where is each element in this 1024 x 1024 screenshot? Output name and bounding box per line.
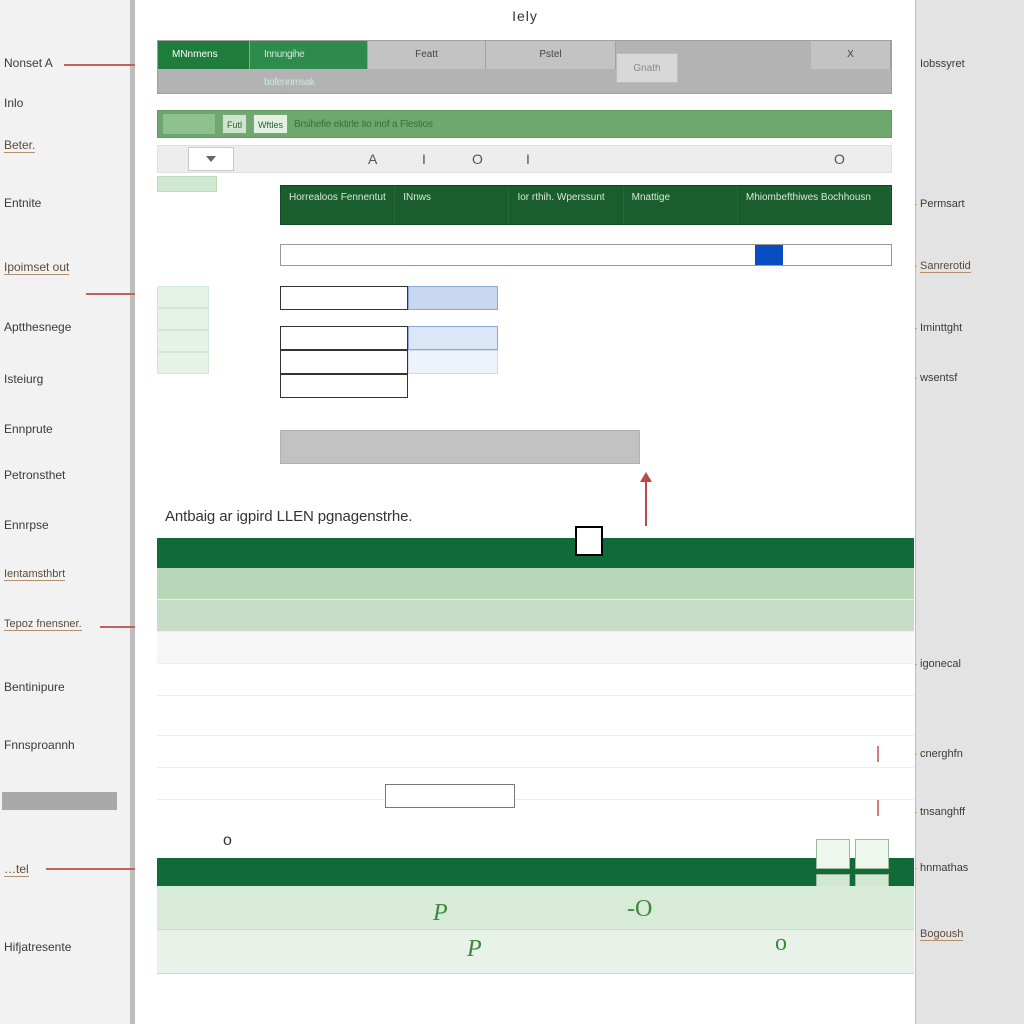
marker-square[interactable]: [575, 526, 603, 556]
left-label-14: Hifjatresente: [4, 940, 71, 954]
cell-block-2: [280, 326, 600, 398]
header-col-3: Ior rthih. Wperssunt: [509, 186, 623, 224]
arrow-up-icon: [645, 480, 647, 526]
band-row-6: [157, 768, 914, 800]
left-label-8: Petronsthet: [4, 468, 65, 482]
left-highlighted-item: [2, 792, 117, 810]
table-header-green: Horrealoos Fennentut INnws Ior rthih. Wp…: [280, 185, 892, 225]
left-label-1: Inlo: [4, 96, 23, 110]
section-header-green: [157, 538, 914, 568]
green-chip-icon[interactable]: [162, 113, 216, 135]
right-label-9: Bogoush: [920, 928, 963, 941]
col-i: I: [422, 151, 426, 167]
band-row-1: [157, 600, 914, 632]
left-label-10: Ientamsthbrt: [4, 568, 65, 581]
left-callout-column: Nonset A Inlo Beter. Entnite Ipoimset ou…: [0, 0, 130, 1024]
left-label-0: Nonset A: [4, 56, 53, 70]
cell-b4[interactable]: [408, 374, 498, 398]
left-label-5: Aptthesnege: [4, 320, 71, 334]
band-row-0: [157, 568, 914, 600]
cell-b3[interactable]: [408, 350, 498, 374]
band-row-3: [157, 664, 914, 696]
bottom-band-table: P -O P o: [157, 886, 914, 974]
band-row-4: [157, 696, 914, 736]
cell-block: [280, 286, 600, 310]
dropdown-icon[interactable]: [188, 147, 234, 171]
left-label-12: Bentinipure: [4, 680, 65, 694]
band-row-5: [157, 736, 914, 768]
header-col-2: INnws: [395, 186, 509, 224]
section-header-green-2: [157, 858, 914, 886]
section-gray-block: [280, 430, 640, 464]
left-label-6: Isteiurg: [4, 372, 43, 386]
left-label-3: Entnite: [4, 196, 41, 210]
right-label-8: hnmathas: [920, 862, 968, 874]
header-col-4: Mnattige: [624, 186, 738, 224]
col-i2: I: [526, 151, 530, 167]
right-label-6: cnerghfn: [920, 748, 963, 760]
tab-x[interactable]: X: [811, 41, 891, 69]
tab-d[interactable]: Pstel: [486, 41, 616, 69]
chip-a[interactable]: Futl: [222, 114, 247, 134]
tab-b[interactable]: Innungihe bofennmsak: [250, 41, 368, 69]
blue-cell[interactable]: [755, 245, 783, 265]
header-col-5: Mhiombefthiwes Bochhousn: [738, 186, 891, 224]
title: Iely: [135, 8, 915, 24]
input-row[interactable]: [280, 244, 892, 266]
cell-b1[interactable]: [408, 286, 498, 310]
glyph-p1: P: [433, 900, 448, 927]
device-icon[interactable]: [855, 839, 889, 869]
o-label-bottom: o: [223, 832, 232, 850]
left-label-9: Ennrpse: [4, 518, 49, 532]
left-label-7: Ennprute: [4, 422, 53, 436]
secondary-toolbar: Futl Wftles Brsihefie ektirle tio inof a…: [157, 110, 892, 138]
glyph-p2: P: [467, 936, 482, 963]
right-callout-column: Iobssyret Permsart Sanrerotid Iminttght …: [916, 0, 1024, 1024]
left-label-13: Fnnsproannh: [4, 738, 75, 752]
section-caption: Antbaig ar igpird LLEN pgnagenstrhe.: [165, 508, 412, 525]
glyph-o: o: [775, 930, 787, 957]
cell-a2[interactable]: [280, 326, 408, 350]
tab-a[interactable]: MNnmens: [158, 41, 250, 69]
tab-c[interactable]: Featt: [368, 41, 486, 69]
left-label-4: Ipoimset out: [4, 260, 69, 275]
left-label-2: Beter.: [4, 138, 35, 153]
row-stub: [157, 176, 217, 192]
cell-b2[interactable]: [408, 326, 498, 350]
ribbon-tabs: MNnmens Innungihe bofennmsak Featt Pstel…: [157, 40, 892, 94]
banded-table: s N K: [157, 568, 914, 800]
right-label-2: Sanrerotid: [920, 260, 971, 273]
chip-b[interactable]: Wftles: [253, 114, 288, 134]
band-row-2: s N K: [157, 632, 914, 664]
col-a: A: [368, 151, 377, 167]
band2-row-0: P -O: [157, 886, 914, 930]
cell-a3[interactable]: [280, 350, 408, 374]
row-numbers-stub: [157, 286, 209, 374]
red-vertical-line-2: [877, 800, 879, 816]
right-label-7: tnsanghff: [920, 806, 965, 818]
col-o1: O: [472, 151, 483, 167]
band2-row-1: P o: [157, 930, 914, 974]
right-label-5: igonecal: [920, 658, 961, 670]
tab-ghost[interactable]: Gnath: [616, 53, 678, 83]
arrow-left-1: [64, 64, 144, 66]
right-label-3: Iminttght: [920, 322, 962, 334]
toolbar-message: Brsihefie ektirle tio inof a Flestios: [294, 119, 433, 130]
right-label-1: Permsart: [920, 198, 965, 210]
left-label-11: Tepoz fnensner.: [4, 618, 82, 631]
selected-cell[interactable]: [385, 784, 515, 808]
glyph-p3: -O: [627, 896, 652, 923]
document-page: Iely MNnmens Innungihe bofennmsak Featt …: [135, 0, 915, 1024]
header-col-1: Horrealoos Fennentut: [281, 186, 395, 224]
cell-a4[interactable]: [280, 374, 408, 398]
cell-a1[interactable]: [280, 286, 408, 310]
column-header-row: A I O I O: [157, 145, 892, 173]
col-o2: O: [834, 151, 845, 167]
left-label-arrow: …tel: [4, 862, 29, 877]
red-vertical-line-1: [877, 746, 879, 762]
cloud-icon[interactable]: [816, 839, 850, 869]
right-label-0: Iobssyret: [920, 58, 965, 70]
right-label-4: wsentsf: [920, 372, 957, 384]
